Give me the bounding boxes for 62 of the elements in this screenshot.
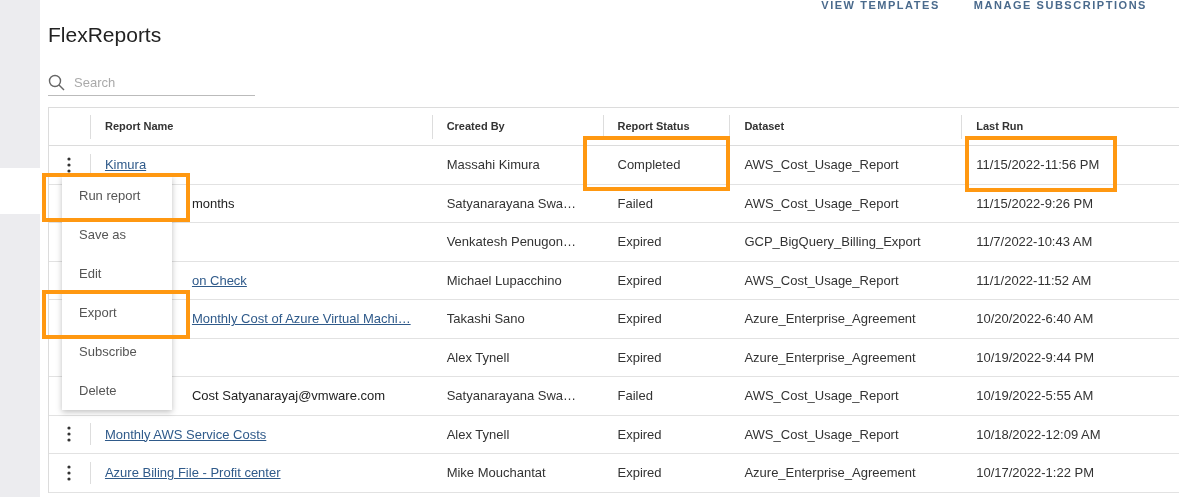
report-link[interactable]: Kimura	[104, 157, 147, 172]
header-link[interactable]: VIEW TEMPLATES	[821, 0, 940, 11]
report-name: Cost Satyanarayaj@vmware.com	[191, 388, 386, 403]
table-cell-text: 10/17/2022-1:22 PM	[976, 464, 1094, 482]
table-cell-text: GCP_BigQuery_Billing_Export	[744, 233, 921, 251]
table-cell-text: Azure_Enterprise_Agreement	[744, 348, 916, 367]
report-link[interactable]: on Check	[191, 272, 247, 288]
table-cell-text: Azure_Enterprise_Agreement	[744, 310, 916, 328]
column-header[interactable]: Created By	[446, 118, 505, 135]
table-cell-text: Expired	[617, 310, 662, 328]
table-cell-text: 11/15/2022-9:26 PM	[976, 194, 1094, 213]
report-link[interactable]: Azure Biling File - Profit center	[104, 465, 281, 480]
column-header[interactable]: Last Run	[976, 118, 1024, 135]
table-cell-text: Mike Mouchantat	[446, 464, 546, 482]
table-cell-text: Massahi Kimura	[446, 156, 540, 174]
search-field[interactable]: Search	[48, 70, 255, 96]
report-name: months	[191, 195, 235, 211]
table-cell-text: AWS_Cost_Usage_Report	[744, 387, 899, 405]
table-cell-text: Expired	[617, 464, 662, 482]
menu-item[interactable]: Save as	[79, 224, 126, 245]
table-cell-text: Alex Tynell	[446, 348, 510, 367]
search-icon	[48, 74, 65, 91]
kebab-menu-icon[interactable]	[67, 156, 72, 173]
table-cell-text: 10/19/2022-5:55 AM	[976, 387, 1094, 405]
kebab-menu-icon[interactable]	[67, 464, 72, 481]
table-cell-text: AWS_Cost_Usage_Report	[744, 156, 899, 174]
menu-item[interactable]: Delete	[79, 380, 117, 401]
header-link[interactable]: MANAGE SUBSCRIPTIONS	[973, 0, 1147, 11]
table-cell-text: Satyanarayana Swa…	[446, 387, 577, 405]
table-cell-text: 10/18/2022-12:09 AM	[976, 425, 1101, 444]
column-header[interactable]: Report Status	[617, 118, 690, 135]
table-cell-text: 10/19/2022-9:44 PM	[976, 348, 1094, 367]
table-cell-text: 11/7/2022-10:43 AM	[976, 233, 1093, 251]
menu-item[interactable]: Run report	[79, 185, 141, 206]
report-link[interactable]: Monthly AWS Service Costs	[104, 426, 267, 442]
table-cell-text: Failed	[617, 194, 653, 213]
table-cell-text: Expired	[617, 271, 662, 290]
table-cell-text: AWS_Cost_Usage_Report	[744, 271, 899, 290]
table-cell-text: Alex Tynell	[446, 425, 510, 444]
table-cell-text: Completed	[617, 156, 681, 174]
table-cell-text: Takashi Sano	[446, 310, 525, 328]
table-cell-text: Failed	[617, 387, 653, 405]
table-cell-text: Expired	[617, 425, 662, 444]
table-cell-text: Expired	[617, 233, 662, 251]
table-cell-text: Azure_Enterprise_Agreement	[744, 464, 916, 482]
table-cell-text: Satyanarayana Swa…	[446, 194, 577, 213]
report-link[interactable]: Monthly Cost of Azure Virtual Machi…	[191, 311, 411, 326]
table-cell-text: 10/20/2022-6:40 AM	[976, 310, 1094, 328]
table-cell-text: 11/15/2022-11:56 PM	[976, 156, 1100, 174]
table-cell-text: AWS_Cost_Usage_Report	[744, 425, 899, 444]
menu-item[interactable]: Export	[79, 302, 117, 323]
menu-item[interactable]: Subscribe	[79, 341, 137, 362]
table-cell-text: Venkatesh Penugon…	[446, 233, 577, 251]
menu-item[interactable]: Edit	[79, 263, 102, 284]
column-header[interactable]: Report Name	[104, 118, 174, 135]
kebab-menu-icon[interactable]	[67, 426, 72, 443]
column-header[interactable]: Dataset	[744, 118, 785, 135]
page-title: FlexReports	[48, 22, 163, 48]
table-cell-text: 11/1/2022-11:52 AM	[976, 271, 1092, 290]
table-cell-text: Expired	[617, 348, 662, 367]
table-cell-text: AWS_Cost_Usage_Report	[744, 194, 899, 213]
table-cell-text: Michael Lupacchino	[446, 271, 562, 290]
